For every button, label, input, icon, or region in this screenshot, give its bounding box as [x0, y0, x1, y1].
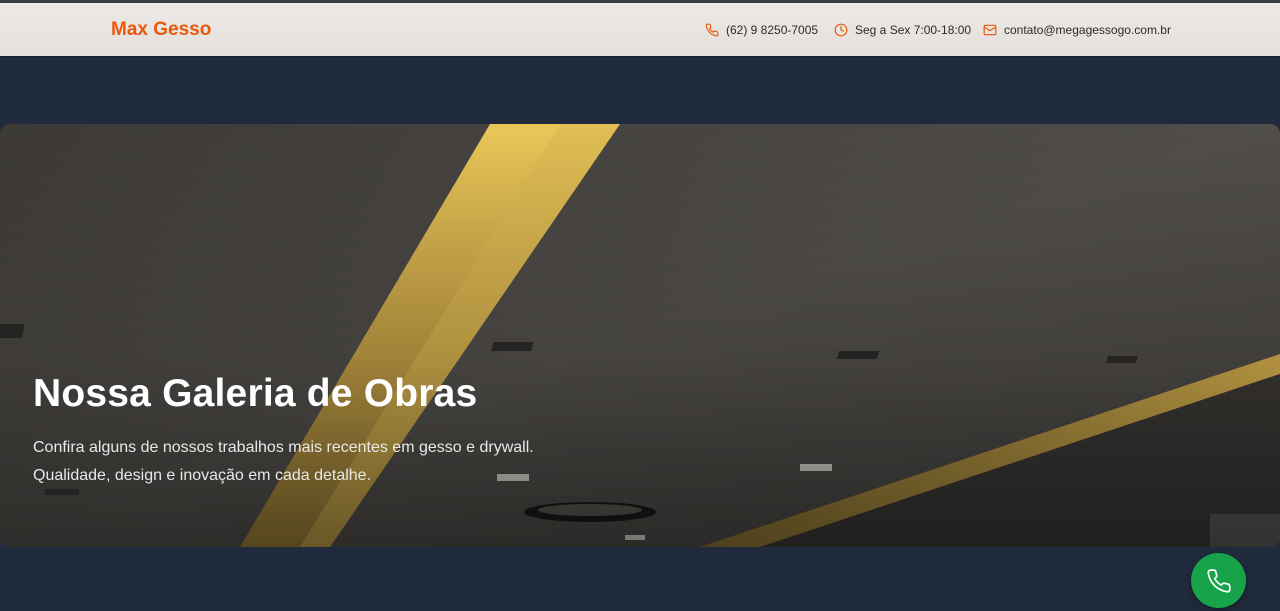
header-email-text: contato@megagessogo.com.br	[1004, 23, 1171, 37]
mail-icon	[983, 24, 997, 36]
header-phone-text: (62) 9 8250-7005	[726, 23, 819, 37]
header-hours: Seg a Sex 7:00-18:00	[834, 22, 971, 38]
hero-subtitle-line-1: Confira alguns de nossos trabalhos mais …	[33, 439, 534, 456]
phone-icon	[705, 23, 719, 37]
header-hours-text: Seg a Sex 7:00-18:00	[855, 23, 972, 37]
brand-logo-text[interactable]: Max Gesso	[111, 19, 211, 41]
hero-subtitle: Confira alguns de nossos trabalhos mais …	[33, 434, 593, 490]
phone-icon	[1206, 568, 1231, 593]
hero-banner: Nossa Galeria de Obras Confira alguns de…	[0, 124, 1280, 547]
clock-icon	[834, 23, 848, 37]
hero-title: Nossa Galeria de Obras	[33, 372, 478, 415]
floating-call-button[interactable]	[1191, 553, 1246, 608]
hero-subtitle-line-2: Qualidade, design e inovação em cada det…	[33, 467, 372, 484]
header-phone[interactable]: (62) 9 8250-7005	[705, 22, 818, 38]
top-header: Max Gesso (62) 9 8250-7005 Seg a Sex 7:0…	[0, 0, 1280, 56]
header-email[interactable]: contato@megagessogo.com.br	[983, 22, 1171, 38]
